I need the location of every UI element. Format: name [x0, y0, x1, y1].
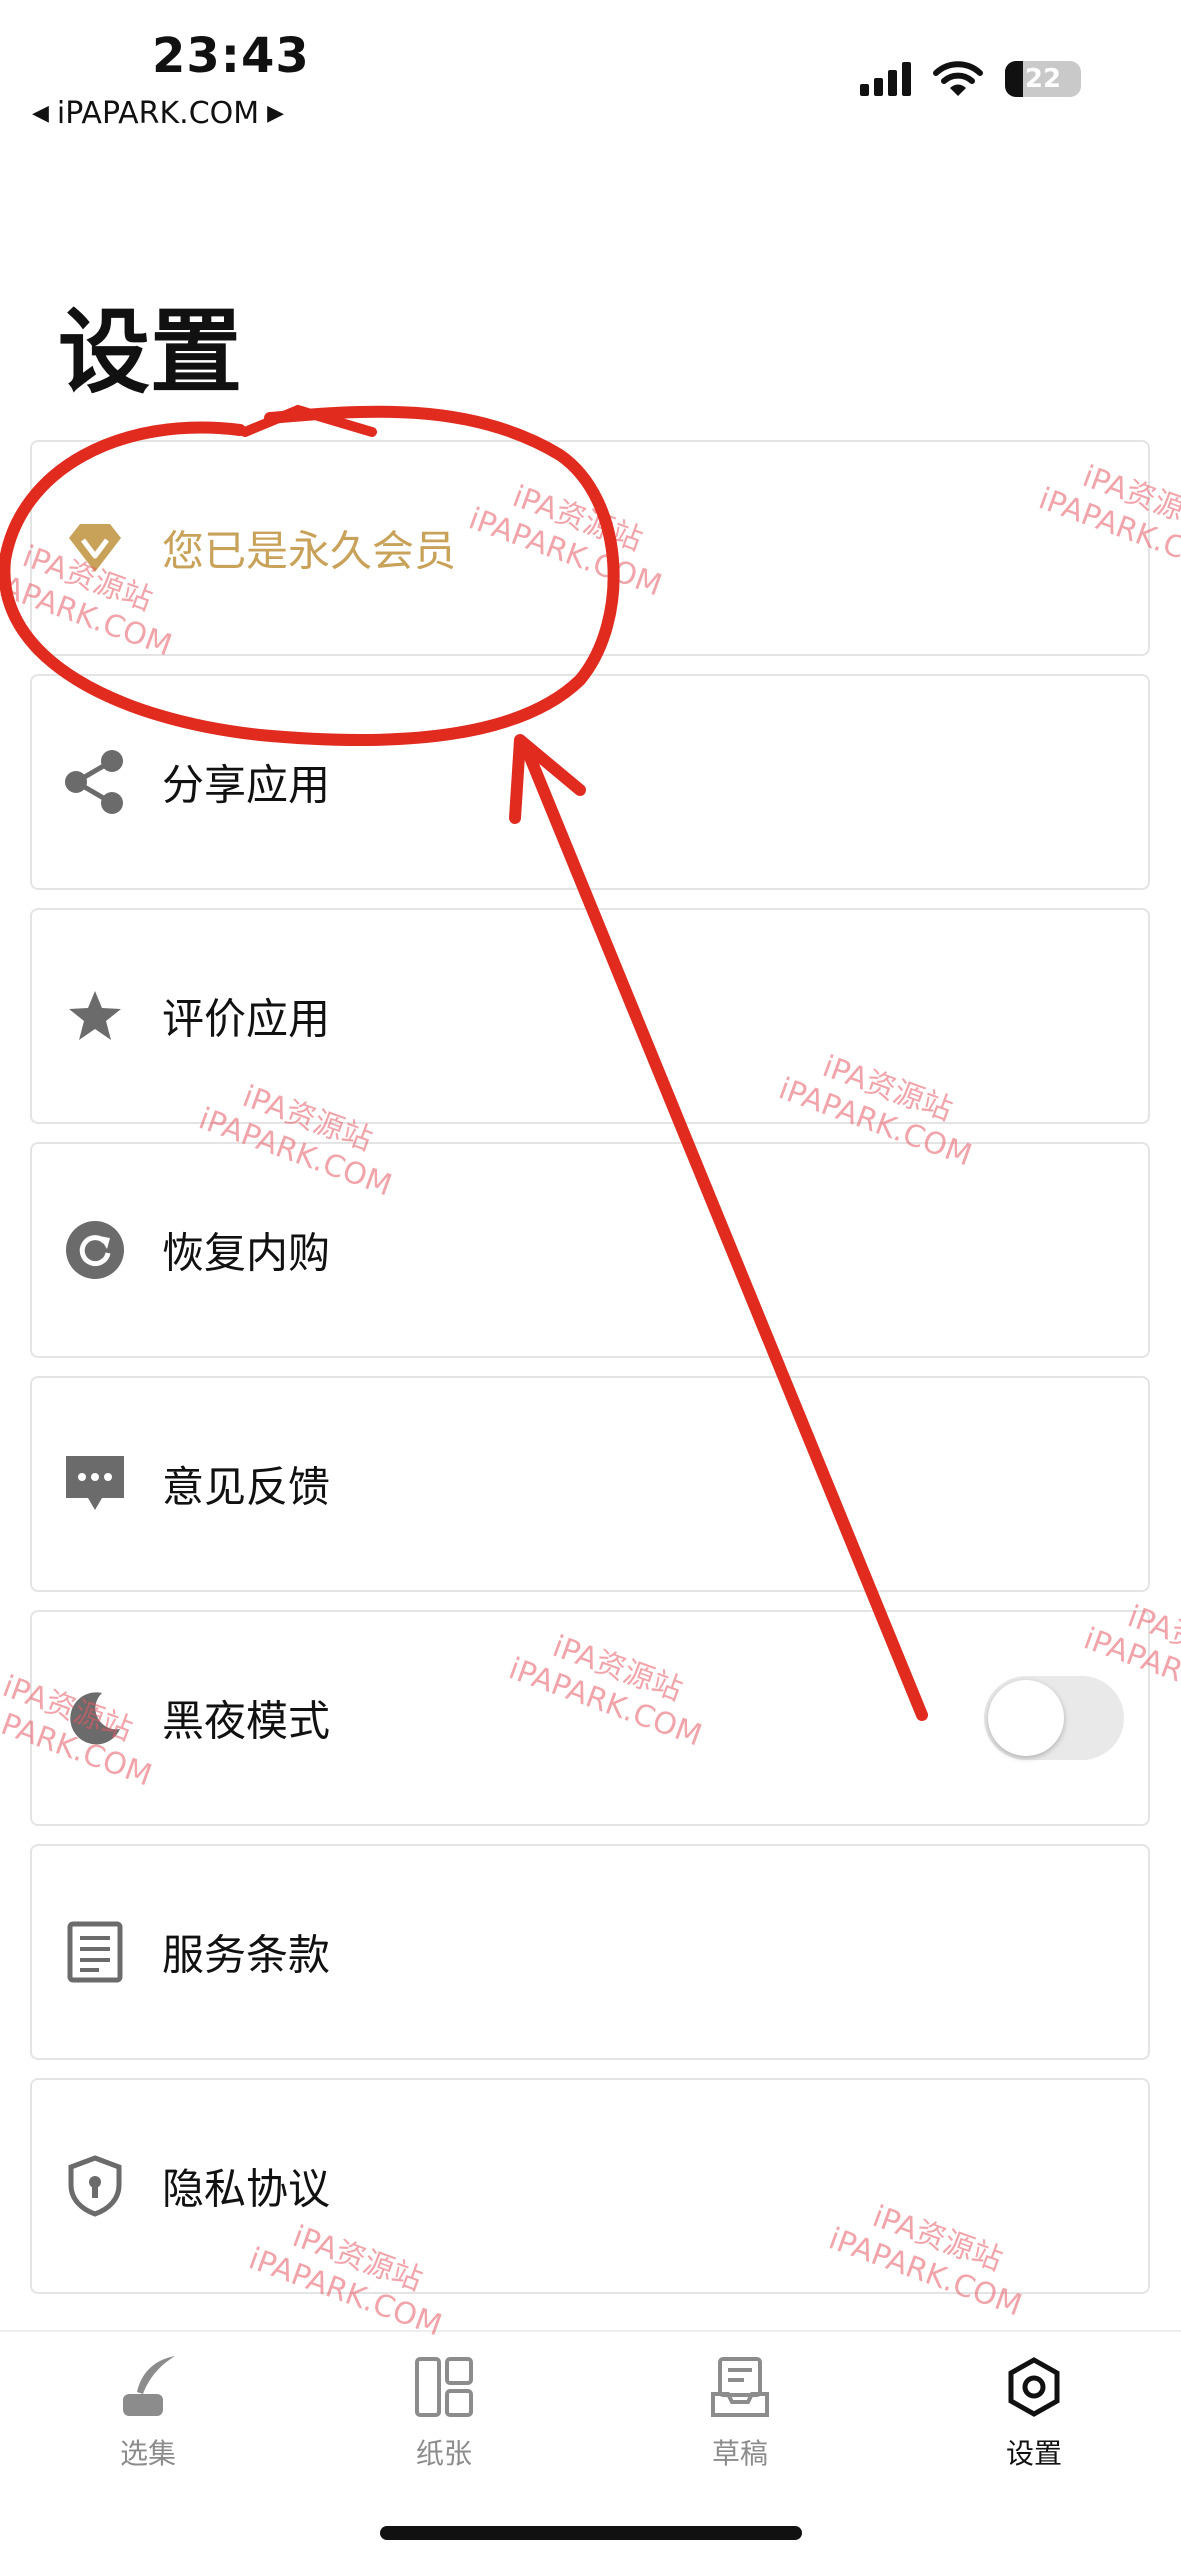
tab-collection[interactable]: 选集 — [48, 2352, 248, 2472]
tab-settings[interactable]: 设置 — [934, 2352, 1134, 2472]
tab-label: 选集 — [119, 2437, 176, 2470]
settings-item-label: 黑夜模式 — [162, 1696, 331, 1746]
battery-level: 22 — [1024, 64, 1062, 94]
layout-icon — [409, 2352, 479, 2422]
settings-list: 您已是永久会员 分享应用 评价应用 恢复内购 意见反馈 黑夜模式 服务条款 隐私… — [30, 440, 1150, 2312]
home-indicator — [380, 2526, 802, 2540]
settings-item-label: 恢复内购 — [162, 1228, 331, 1278]
moon-icon — [62, 1685, 128, 1751]
diamond-icon — [62, 515, 128, 581]
tab-label: 草稿 — [711, 2437, 768, 2470]
settings-item-label: 分享应用 — [162, 760, 331, 810]
settings-item-label: 隐私协议 — [162, 2164, 331, 2214]
tab-label: 设置 — [1005, 2437, 1062, 2470]
tab-paper[interactable]: 纸张 — [344, 2352, 544, 2472]
quill-icon — [113, 2352, 183, 2422]
settings-item-label: 评价应用 — [162, 994, 331, 1044]
settings-icon — [999, 2352, 1069, 2422]
status-indicators: 22 — [860, 60, 1081, 98]
settings-item-membership[interactable]: 您已是永久会员 — [30, 440, 1150, 656]
forward-triangle-icon: ▶ — [267, 101, 285, 126]
dark-mode-toggle[interactable] — [984, 1676, 1124, 1760]
share-icon — [62, 749, 128, 815]
settings-item-feedback[interactable]: 意见反馈 — [30, 1376, 1150, 1592]
chat-bubble-icon — [62, 1451, 128, 1517]
tab-label: 纸张 — [415, 2437, 472, 2470]
back-triangle-icon: ◀ — [32, 101, 49, 126]
settings-item-label: 您已是永久会员 — [162, 526, 457, 576]
cellular-signal-icon — [860, 62, 911, 96]
battery-icon: 22 — [1005, 61, 1081, 97]
settings-item-rate[interactable]: 评价应用 — [30, 908, 1150, 1124]
settings-item-label: 意见反馈 — [162, 1462, 331, 1512]
draft-tray-icon — [705, 2352, 775, 2422]
settings-item-label: 服务条款 — [162, 1930, 331, 1980]
settings-item-dark-mode: 黑夜模式 — [30, 1610, 1150, 1826]
tab-drafts[interactable]: 草稿 — [640, 2352, 840, 2472]
settings-item-restore-purchase[interactable]: 恢复内购 — [30, 1142, 1150, 1358]
settings-item-terms[interactable]: 服务条款 — [30, 1844, 1150, 2060]
settings-item-privacy[interactable]: 隐私协议 — [30, 2078, 1150, 2294]
refresh-icon — [62, 1217, 128, 1283]
star-icon — [62, 983, 128, 1049]
status-time: 23:43 — [152, 28, 310, 84]
back-link-label: iPAPARK.COM — [56, 96, 260, 131]
page-title: 设置 — [58, 299, 243, 406]
document-icon — [62, 1919, 128, 1985]
wifi-icon — [933, 61, 983, 96]
back-to-app-link[interactable]: ◀ iPAPARK.COM ▶ — [32, 96, 284, 131]
toggle-knob — [988, 1680, 1064, 1756]
shield-icon — [62, 2153, 128, 2219]
settings-item-share[interactable]: 分享应用 — [30, 674, 1150, 890]
